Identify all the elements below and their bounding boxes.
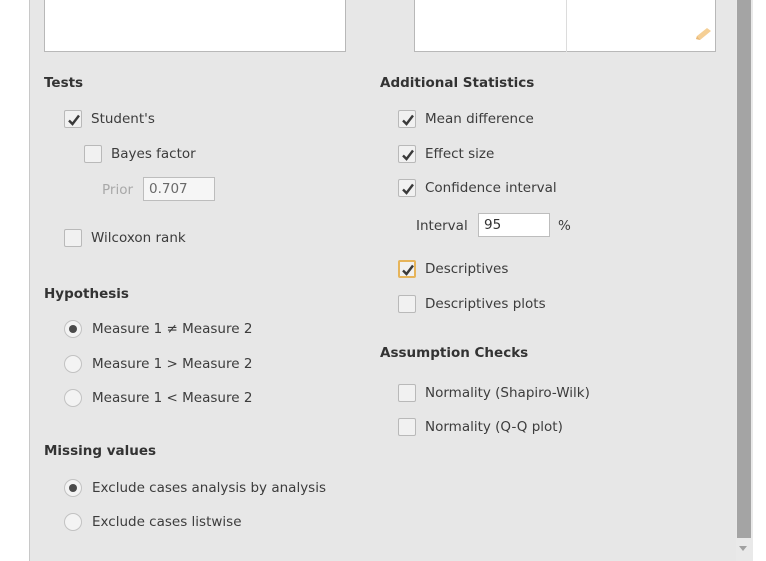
effect-size-label: Effect size xyxy=(425,146,495,162)
shapiro-wilk-checkbox[interactable]: Normality (Shapiro-Wilk) xyxy=(398,382,590,404)
descriptives-plots-check[interactable] xyxy=(398,295,416,313)
missing-values-heading: Missing values xyxy=(44,443,157,459)
qq-plot-checkbox[interactable]: Normality (Q-Q plot) xyxy=(398,416,563,438)
interval-label: Interval xyxy=(416,218,468,234)
missing-radio-analysis[interactable]: Exclude cases analysis by analysis xyxy=(64,477,326,499)
checkmark-icon xyxy=(68,114,80,126)
interval-percent-unit: % xyxy=(558,218,571,234)
paired-list-divider xyxy=(566,0,567,52)
descriptives-plots-checkbox[interactable]: Descriptives plots xyxy=(398,293,546,315)
missing-listwise-label: Exclude cases listwise xyxy=(92,514,242,530)
descriptives-plots-label: Descriptives plots xyxy=(425,296,546,312)
hypothesis-lt-label: Measure 1 < Measure 2 xyxy=(92,390,253,406)
hypothesis-heading: Hypothesis xyxy=(44,286,129,302)
qq-check[interactable] xyxy=(398,418,416,436)
mean-difference-check[interactable] xyxy=(398,110,416,128)
mean-difference-label: Mean difference xyxy=(425,111,534,127)
radio-button[interactable] xyxy=(64,389,82,407)
missing-analysis-label: Exclude cases analysis by analysis xyxy=(92,480,326,496)
hypothesis-radio-neq[interactable]: Measure 1 ≠ Measure 2 xyxy=(64,318,252,340)
scroll-down-arrow-icon[interactable] xyxy=(739,546,747,551)
effect-size-check[interactable] xyxy=(398,145,416,163)
confidence-interval-label: Confidence interval xyxy=(425,180,557,196)
bayes-factor-checkbox[interactable]: Bayes factor xyxy=(84,143,196,165)
confidence-interval-check[interactable] xyxy=(398,179,416,197)
checkmark-icon xyxy=(402,183,414,195)
missing-radio-listwise[interactable]: Exclude cases listwise xyxy=(64,511,242,533)
descriptives-checkbox[interactable]: Descriptives xyxy=(398,258,508,280)
bayes-check[interactable] xyxy=(84,145,102,163)
prior-label: Prior xyxy=(102,182,134,198)
hypothesis-gt-label: Measure 1 > Measure 2 xyxy=(92,356,253,372)
students-checkbox[interactable]: Student's xyxy=(64,108,155,130)
checkmark-icon xyxy=(402,264,414,276)
confidence-interval-checkbox[interactable]: Confidence interval xyxy=(398,177,557,199)
wilcoxon-checkbox[interactable]: Wilcoxon rank xyxy=(64,227,186,249)
interval-input[interactable]: 95 xyxy=(478,213,550,237)
assumption-checks-heading: Assumption Checks xyxy=(380,345,529,361)
radio-button[interactable] xyxy=(64,513,82,531)
tests-heading: Tests xyxy=(44,75,84,91)
checkmark-icon xyxy=(402,149,414,161)
descriptives-label: Descriptives xyxy=(425,261,509,277)
shapiro-label: Normality (Shapiro-Wilk) xyxy=(425,385,590,401)
variables-list-left[interactable] xyxy=(44,0,346,52)
students-label: Student's xyxy=(91,111,155,127)
qq-label: Normality (Q-Q plot) xyxy=(425,419,563,435)
mean-difference-checkbox[interactable]: Mean difference xyxy=(398,108,534,130)
bayes-label: Bayes factor xyxy=(111,146,196,162)
pencil-icon xyxy=(696,28,711,40)
prior-input[interactable]: 0.707 xyxy=(143,177,215,201)
shapiro-check[interactable] xyxy=(398,384,416,402)
paired-variables-list[interactable] xyxy=(414,0,716,52)
scrollbar-thumb[interactable] xyxy=(737,0,751,538)
hypothesis-radio-lt[interactable]: Measure 1 < Measure 2 xyxy=(64,387,252,409)
checkmark-icon xyxy=(402,114,414,126)
hypothesis-neq-label: Measure 1 ≠ Measure 2 xyxy=(92,321,253,337)
effect-size-checkbox[interactable]: Effect size xyxy=(398,143,494,165)
radio-button[interactable] xyxy=(64,320,82,338)
hypothesis-radio-gt[interactable]: Measure 1 > Measure 2 xyxy=(64,353,252,375)
descriptives-check[interactable] xyxy=(398,260,416,278)
additional-statistics-heading: Additional Statistics xyxy=(380,75,535,91)
radio-button[interactable] xyxy=(64,355,82,373)
radio-button[interactable] xyxy=(64,479,82,497)
wilcoxon-check[interactable] xyxy=(64,229,82,247)
students-check[interactable] xyxy=(64,110,82,128)
wilcoxon-label: Wilcoxon rank xyxy=(91,230,186,246)
